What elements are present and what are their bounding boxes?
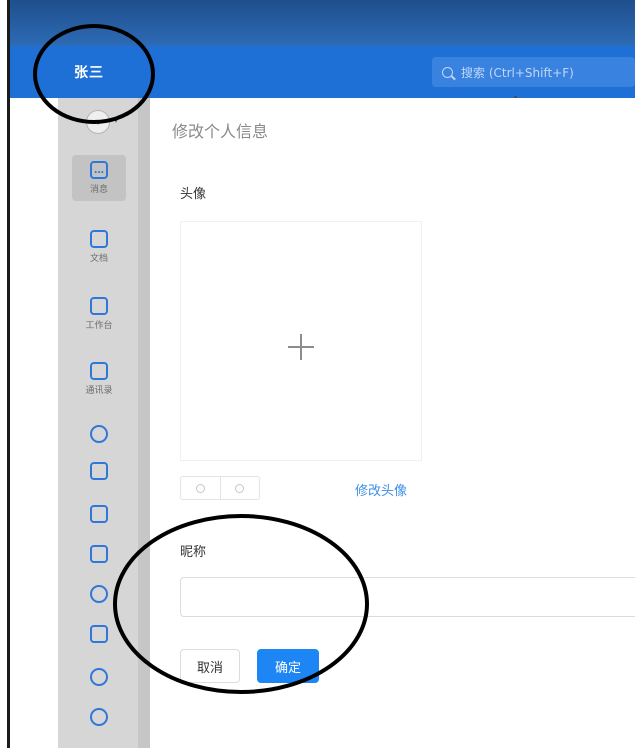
page-title: 修改个人信息 xyxy=(172,122,269,141)
lightning-icon xyxy=(90,545,108,563)
sidebar-item-settings[interactable] xyxy=(72,585,126,603)
search-icon xyxy=(442,66,453,78)
nickname-label: 昵称 xyxy=(180,545,207,560)
sidebar-item-label: 通讯录 xyxy=(85,386,113,396)
contacts-icon xyxy=(90,362,108,380)
message-icon: … xyxy=(90,161,108,179)
sidebar-item-label: 消息 xyxy=(89,185,108,195)
settings-icon xyxy=(90,585,108,603)
sidebar-item-phone[interactable] xyxy=(72,668,126,686)
cancel-button[interactable]: 取消 xyxy=(180,649,240,683)
todo-icon xyxy=(90,505,108,523)
avatar-label: 头像 xyxy=(180,187,207,202)
search-placeholder: 搜索 (Ctrl+Shift+F) xyxy=(461,65,574,80)
zoom-in-button[interactable] xyxy=(181,477,220,499)
zoom-in-icon xyxy=(195,483,205,493)
sidebar-item-contacts[interactable]: 通讯录 xyxy=(72,362,126,396)
sidebar-item-mail[interactable] xyxy=(72,625,126,643)
current-user-name[interactable]: 张三 xyxy=(74,62,104,82)
sidebar-item-label: 工作台 xyxy=(85,321,113,331)
zoom-out-button[interactable] xyxy=(219,477,260,499)
avatar-zoom-controls xyxy=(180,476,260,500)
document-icon xyxy=(90,230,108,248)
zoom-out-icon xyxy=(235,483,245,493)
search-input[interactable]: 搜索 (Ctrl+Shift+F) xyxy=(432,57,635,87)
mail-icon xyxy=(90,625,108,643)
cloud-icon xyxy=(90,425,108,443)
sidebar-item-todo[interactable] xyxy=(72,505,126,523)
sidebar-divider xyxy=(138,98,150,748)
confirm-button[interactable]: 确定 xyxy=(257,649,319,683)
sidebar-item-lightning[interactable] xyxy=(72,545,126,563)
chevron-down-icon[interactable]: ▾ xyxy=(114,116,118,125)
nickname-input[interactable] xyxy=(180,577,635,617)
user-avatar[interactable]: ▾ xyxy=(86,110,110,134)
phone-icon xyxy=(90,668,108,686)
change-avatar-link[interactable]: 修改头像 xyxy=(355,480,407,499)
sidebar-item-workbench[interactable]: 工作台 xyxy=(72,297,126,331)
calendar-icon xyxy=(90,462,108,480)
desktop-background xyxy=(10,0,635,46)
sidebar-item-document[interactable]: 文档 xyxy=(72,230,126,264)
sidebar-item-calendar[interactable] xyxy=(72,462,126,480)
sidebar-item-more[interactable] xyxy=(72,708,126,726)
workbench-icon xyxy=(90,297,108,315)
sidebar-item-cloud[interactable] xyxy=(72,425,126,443)
sidebar-item-message[interactable]: … 消息 xyxy=(72,155,126,201)
window-left-border xyxy=(7,0,10,748)
more-icon xyxy=(90,708,108,726)
sidebar-item-label: 文档 xyxy=(89,254,108,264)
plus-icon[interactable] xyxy=(288,334,314,360)
